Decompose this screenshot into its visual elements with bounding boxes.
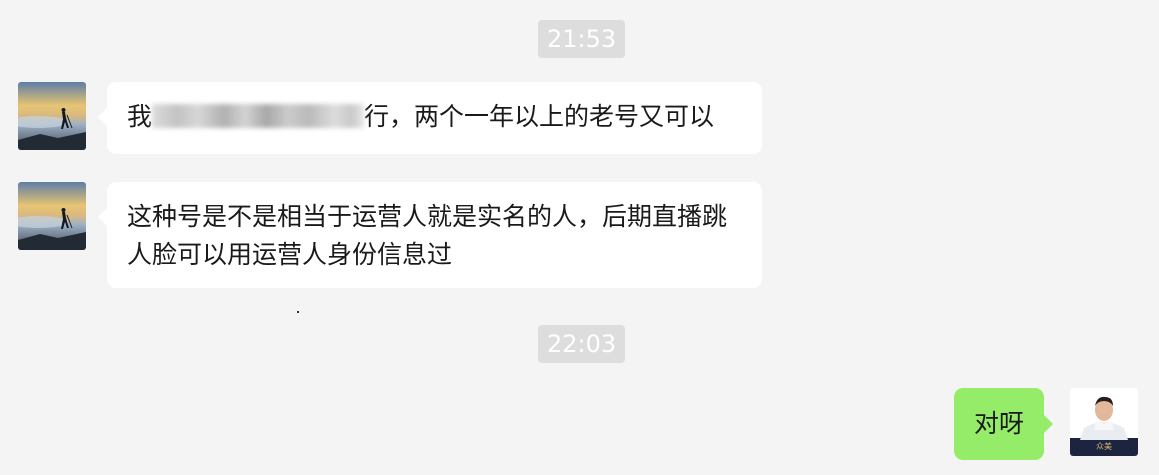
message-text: 这种号是不是相当于运营人就是实名的人，后期直播跳人脸可以用运营人身份信息过 <box>127 202 728 269</box>
avatar-caption: 众美 <box>1096 441 1112 451</box>
message-bubble-incoming[interactable]: 我 行，两个一年以上的老号又可以 <box>98 82 762 154</box>
self-avatar[interactable]: 众美 <box>1070 388 1138 456</box>
message-bubble-incoming[interactable]: 这种号是不是相当于运营人就是实名的人，后期直播跳人脸可以用运营人身份信息过 <box>98 182 762 288</box>
stray-dot <box>297 311 299 313</box>
message-text-end: 行，两个一年以上的老号又可以 <box>364 102 715 131</box>
message-text: 对呀 <box>974 409 1025 438</box>
message-text-start: 我 <box>127 102 153 131</box>
timestamp: 22:03 <box>538 325 626 363</box>
contact-avatar[interactable] <box>18 82 86 150</box>
contact-avatar[interactable] <box>18 182 86 250</box>
landscape-hiker-avatar-icon <box>18 82 86 150</box>
person-photo-avatar-icon: 众美 <box>1070 388 1138 456</box>
redacted-text-icon <box>152 104 365 128</box>
message-bubble-outgoing[interactable]: 对呀 <box>954 388 1054 460</box>
landscape-hiker-avatar-icon <box>18 182 86 250</box>
timestamp: 21:53 <box>538 20 626 58</box>
